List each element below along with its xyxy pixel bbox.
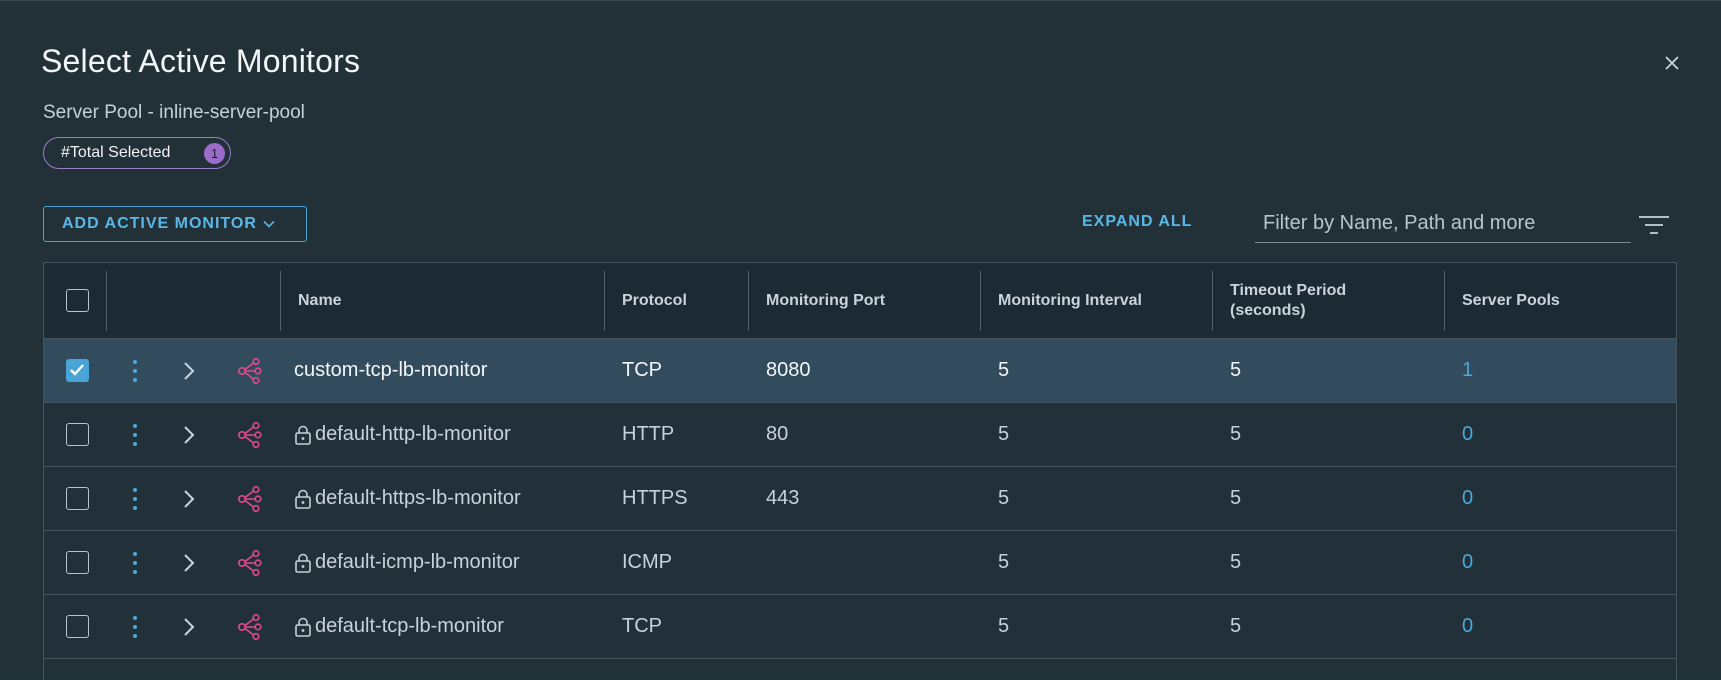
monitoring-interval-cell: 5 bbox=[998, 487, 1010, 509]
monitor-name-cell: default-icmp-lb-monitor bbox=[294, 531, 520, 594]
server-pools-link[interactable]: 1 bbox=[1462, 339, 1473, 402]
monitor-name-cell: default-http-lb-monitor bbox=[294, 403, 511, 466]
filter-input[interactable] bbox=[1255, 205, 1631, 243]
table-row[interactable]: default-tcp-lb-monitor TCP 5 5 0 bbox=[44, 595, 1676, 659]
row-checkbox[interactable] bbox=[66, 487, 89, 510]
network-share-icon bbox=[237, 485, 262, 513]
monitoring-interval-cell: 5 bbox=[998, 359, 1010, 381]
network-share-icon bbox=[237, 613, 262, 641]
protocol-cell: TCP bbox=[622, 359, 662, 381]
monitors-table: Name Protocol Monitoring Port Monitoring… bbox=[43, 262, 1677, 680]
kebab-icon[interactable] bbox=[128, 357, 142, 385]
add-active-monitor-label: ADD ACTIVE MONITOR bbox=[62, 215, 257, 232]
table-row[interactable]: custom-tcp-lb-monitor TCP 8080 5 5 1 bbox=[44, 339, 1676, 403]
chevron-right-icon[interactable] bbox=[180, 423, 198, 447]
table-row[interactable]: default-https-lb-monitor HTTPS 443 5 5 0 bbox=[44, 467, 1676, 531]
column-header-timeout-period[interactable]: Timeout Period (seconds) bbox=[1212, 263, 1444, 339]
column-separator bbox=[106, 271, 107, 331]
network-share-icon bbox=[237, 421, 262, 449]
protocol-cell: ICMP bbox=[622, 551, 672, 573]
lock-icon bbox=[295, 489, 311, 509]
chevron-right-icon[interactable] bbox=[180, 615, 198, 639]
monitoring-port-cell: 443 bbox=[766, 487, 800, 509]
monitor-name: custom-tcp-lb-monitor bbox=[294, 359, 488, 381]
lock-icon bbox=[295, 553, 311, 573]
monitor-name: default-tcp-lb-monitor bbox=[315, 615, 504, 637]
monitoring-port-cell: 80 bbox=[766, 423, 789, 445]
add-active-monitor-button[interactable]: ADD ACTIVE MONITOR bbox=[43, 206, 307, 242]
total-selected-count-badge: 1 bbox=[204, 143, 225, 164]
monitor-name-cell: default-https-lb-monitor bbox=[294, 467, 521, 530]
table-row[interactable]: default-icmp-lb-monitor ICMP 5 5 0 bbox=[44, 531, 1676, 595]
total-selected-label: #Total Selected bbox=[61, 144, 171, 161]
monitoring-interval-cell: 5 bbox=[998, 551, 1010, 573]
expand-all-button[interactable]: EXPAND ALL bbox=[1082, 213, 1192, 231]
network-share-icon bbox=[237, 357, 262, 385]
dialog-title: Select Active Monitors bbox=[41, 43, 361, 79]
timeout-header-line1: Timeout Period bbox=[1230, 282, 1347, 299]
column-header-protocol[interactable]: Protocol bbox=[604, 263, 748, 339]
chevron-right-icon[interactable] bbox=[180, 359, 198, 383]
lock-icon bbox=[295, 617, 311, 637]
total-selected-pill[interactable]: #Total Selected 1 bbox=[43, 137, 231, 169]
lock-icon bbox=[295, 425, 311, 445]
server-pools-link[interactable]: 0 bbox=[1462, 403, 1473, 466]
network-share-icon bbox=[237, 549, 262, 577]
timeout-header-line2: (seconds) bbox=[1230, 302, 1306, 319]
row-checkbox[interactable] bbox=[66, 423, 89, 446]
timeout-period-cell: 5 bbox=[1230, 359, 1242, 381]
timeout-period-cell: 5 bbox=[1230, 615, 1242, 637]
kebab-icon[interactable] bbox=[128, 613, 142, 641]
chevron-down-icon bbox=[263, 220, 275, 228]
row-checkbox[interactable] bbox=[66, 359, 89, 382]
server-pools-link[interactable]: 0 bbox=[1462, 531, 1473, 594]
timeout-period-cell: 5 bbox=[1230, 551, 1242, 573]
row-checkbox[interactable] bbox=[66, 551, 89, 574]
monitor-name-cell: custom-tcp-lb-monitor bbox=[294, 339, 487, 402]
dialog-subtitle: Server Pool - inline-server-pool bbox=[43, 102, 305, 123]
kebab-icon[interactable] bbox=[128, 421, 142, 449]
server-pools-link[interactable]: 0 bbox=[1462, 467, 1473, 530]
chevron-right-icon[interactable] bbox=[180, 487, 198, 511]
close-icon[interactable] bbox=[1660, 51, 1684, 75]
check-icon bbox=[70, 364, 84, 376]
server-pools-link[interactable]: 0 bbox=[1462, 595, 1473, 658]
monitor-name: default-https-lb-monitor bbox=[315, 487, 521, 509]
protocol-cell: HTTP bbox=[622, 423, 675, 445]
select-active-monitors-dialog: Select Active Monitors Server Pool - inl… bbox=[0, 0, 1721, 680]
kebab-icon[interactable] bbox=[128, 485, 142, 513]
filter-icon[interactable] bbox=[1638, 214, 1670, 236]
monitoring-interval-cell: 5 bbox=[998, 615, 1010, 637]
select-all-checkbox[interactable] bbox=[66, 289, 89, 312]
column-header-monitoring-port[interactable]: Monitoring Port bbox=[748, 263, 980, 339]
timeout-period-cell: 5 bbox=[1230, 487, 1242, 509]
table-header: Name Protocol Monitoring Port Monitoring… bbox=[44, 263, 1676, 339]
monitor-name: default-http-lb-monitor bbox=[315, 423, 511, 445]
chevron-right-icon[interactable] bbox=[180, 551, 198, 575]
column-header-monitoring-interval[interactable]: Monitoring Interval bbox=[980, 263, 1212, 339]
monitor-name: default-icmp-lb-monitor bbox=[315, 551, 520, 573]
monitoring-port-cell: 8080 bbox=[766, 359, 811, 381]
protocol-cell: HTTPS bbox=[622, 487, 688, 509]
monitor-name-cell: default-tcp-lb-monitor bbox=[294, 595, 504, 658]
column-header-name[interactable]: Name bbox=[280, 263, 648, 339]
monitoring-interval-cell: 5 bbox=[998, 423, 1010, 445]
kebab-icon[interactable] bbox=[128, 549, 142, 577]
column-header-server-pools[interactable]: Server Pools bbox=[1444, 263, 1676, 339]
timeout-period-cell: 5 bbox=[1230, 423, 1242, 445]
protocol-cell: TCP bbox=[622, 615, 662, 637]
table-row[interactable]: default-http-lb-monitor HTTP 80 5 5 0 bbox=[44, 403, 1676, 467]
row-checkbox[interactable] bbox=[66, 615, 89, 638]
